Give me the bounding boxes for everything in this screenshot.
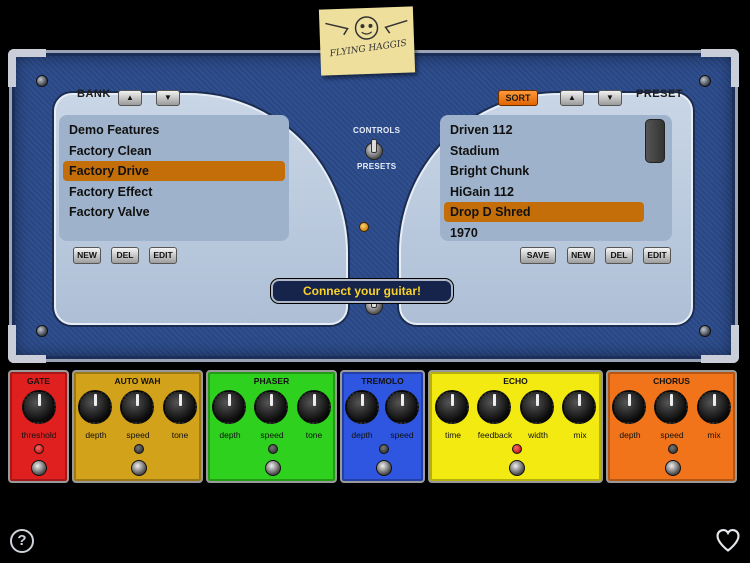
- pedal-echo: ECHO time feedback width mix: [428, 370, 603, 483]
- sort-button[interactable]: SORT: [498, 90, 538, 106]
- list-item[interactable]: Factory Clean: [63, 141, 285, 161]
- knob-label: tone: [305, 430, 323, 440]
- connect-guitar-banner: Connect your guitar!: [271, 279, 453, 303]
- speed-knob[interactable]: [385, 390, 419, 424]
- knob-label: mix: [707, 430, 721, 440]
- pedal-title: CHORUS: [653, 376, 690, 386]
- knob-label: depth: [85, 430, 107, 440]
- knob-label: speed: [390, 430, 414, 440]
- controls-label: CONTROLS: [353, 126, 401, 135]
- speed-knob[interactable]: [654, 390, 688, 424]
- speed-knob[interactable]: [254, 390, 288, 424]
- preset-header: PRESET: [636, 88, 684, 100]
- list-item[interactable]: Driven 112: [444, 120, 640, 140]
- list-item[interactable]: 1970: [444, 223, 640, 243]
- list-item[interactable]: Factory Valve: [63, 202, 285, 222]
- pedal-title: TREMOLO: [361, 376, 404, 386]
- width-knob[interactable]: [520, 390, 554, 424]
- controls-presets-toggle[interactable]: [365, 139, 383, 161]
- knob-label: tone: [171, 430, 189, 440]
- bank-up-button[interactable]: ▲: [118, 90, 142, 106]
- mix-knob[interactable]: [562, 390, 596, 424]
- preset-edit-button[interactable]: EDIT: [643, 247, 671, 264]
- knob-label: depth: [219, 430, 241, 440]
- mix-knob[interactable]: [697, 390, 731, 424]
- knob-label: speed: [260, 430, 284, 440]
- pedal-led: [134, 444, 144, 454]
- knob-label: depth: [619, 430, 641, 440]
- pedal-title: AUTO WAH: [114, 376, 161, 386]
- presets-label: PRESETS: [357, 162, 397, 171]
- phaser-stomp-switch[interactable]: [265, 460, 281, 476]
- screw-icon: [699, 325, 711, 337]
- pedal-led: [34, 444, 44, 454]
- chorus-stomp-switch[interactable]: [665, 460, 681, 476]
- preset-up-button[interactable]: ▲: [560, 90, 584, 106]
- list-item-selected[interactable]: Factory Drive: [63, 161, 285, 182]
- list-item[interactable]: Bright Chunk: [444, 161, 640, 181]
- preset-new-button[interactable]: NEW: [567, 247, 595, 264]
- pedal-gate: GATE threshold: [8, 370, 69, 483]
- knob-label: speed: [660, 430, 684, 440]
- depth-knob[interactable]: [212, 390, 246, 424]
- bank-list[interactable]: Demo Features Factory Clean Factory Driv…: [59, 115, 289, 241]
- list-item[interactable]: HiGain 112: [444, 182, 640, 202]
- pedal-chorus: CHORUS depth speed mix: [606, 370, 737, 483]
- knob-label: time: [444, 430, 462, 440]
- knob-label: width: [528, 430, 548, 440]
- list-item[interactable]: Demo Features: [63, 120, 285, 140]
- threshold-knob[interactable]: [22, 390, 56, 424]
- screw-icon: [699, 75, 711, 87]
- tone-knob[interactable]: [163, 390, 197, 424]
- preset-del-button[interactable]: DEL: [605, 247, 633, 264]
- pedal-led: [512, 444, 522, 454]
- depth-knob[interactable]: [78, 390, 112, 424]
- bank-header: BANK: [77, 88, 111, 100]
- depth-knob[interactable]: [612, 390, 646, 424]
- pedal-tremolo: TREMOLO depth speed: [340, 370, 425, 483]
- screw-icon: [36, 75, 48, 87]
- pedal-title: GATE: [27, 376, 50, 386]
- list-item-selected[interactable]: Drop D Shred: [444, 202, 644, 223]
- pedal-led: [268, 444, 278, 454]
- flying-haggis-logo: FLYING HAGGIS: [318, 6, 416, 76]
- gate-stomp-switch[interactable]: [31, 460, 47, 476]
- depth-knob[interactable]: [345, 390, 379, 424]
- preset-down-button[interactable]: ▼: [598, 90, 622, 106]
- pedal-led: [668, 444, 678, 454]
- preset-save-button[interactable]: SAVE: [520, 247, 556, 264]
- knob-label: feedback: [477, 430, 513, 440]
- bank-new-button[interactable]: NEW: [73, 247, 101, 264]
- speed-knob[interactable]: [120, 390, 154, 424]
- bank-down-button[interactable]: ▼: [156, 90, 180, 106]
- list-item[interactable]: Stadium: [444, 141, 640, 161]
- time-knob[interactable]: [435, 390, 469, 424]
- pedal-auto-wah: AUTO WAH depth speed tone: [72, 370, 203, 483]
- heart-icon[interactable]: [714, 526, 742, 554]
- feedback-knob[interactable]: [477, 390, 511, 424]
- list-item[interactable]: Factory Effect: [63, 182, 285, 202]
- tremolo-stomp-switch[interactable]: [376, 460, 392, 476]
- bank-del-button[interactable]: DEL: [111, 247, 139, 264]
- knob-label: threshold: [21, 430, 57, 440]
- auto-wah-stomp-switch[interactable]: [131, 460, 147, 476]
- knob-label: depth: [351, 430, 373, 440]
- pedal-title: PHASER: [253, 376, 290, 386]
- echo-stomp-switch[interactable]: [509, 460, 525, 476]
- pedal-phaser: PHASER depth speed tone: [206, 370, 337, 483]
- preset-list[interactable]: Driven 112 Stadium Bright Chunk HiGain 1…: [440, 115, 672, 241]
- knob-label: speed: [126, 430, 150, 440]
- knob-label: mix: [573, 430, 587, 440]
- tone-knob[interactable]: [297, 390, 331, 424]
- pedal-title: ECHO: [503, 376, 528, 386]
- bank-edit-button[interactable]: EDIT: [149, 247, 177, 264]
- status-led: [359, 222, 369, 232]
- screw-icon: [36, 325, 48, 337]
- pedal-led: [379, 444, 389, 454]
- question-circle-icon[interactable]: ?: [10, 529, 34, 553]
- scrollbar-thumb[interactable]: [645, 119, 665, 163]
